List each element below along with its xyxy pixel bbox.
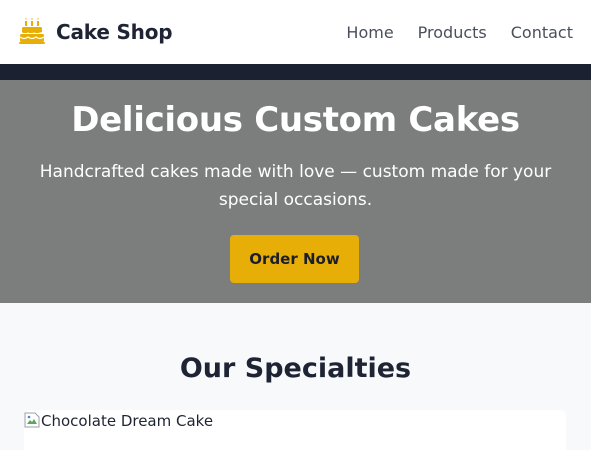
hero-top-band [0, 64, 591, 80]
nav-links: Home Products Contact [346, 23, 573, 42]
nav-link-products[interactable]: Products [418, 23, 487, 42]
hero-subtitle: Handcrafted cakes made with love — custo… [39, 162, 552, 210]
birthday-cake-icon [19, 18, 45, 44]
navbar: Cake Shop Home Products Contact [0, 0, 591, 64]
brand[interactable]: Cake Shop [18, 18, 173, 46]
broken-image-icon [24, 412, 40, 428]
hero-title: Delicious Custom Cakes [71, 100, 520, 140]
nav-link-contact[interactable]: Contact [511, 23, 573, 42]
product-image: Chocolate Dream Cake [24, 412, 213, 430]
product-image-alt: Chocolate Dream Cake [41, 412, 214, 430]
specialties-title: Our Specialties [179, 353, 412, 384]
hero-section: Delicious Custom Cakes Handcrafted cakes… [0, 80, 591, 303]
order-now-button[interactable]: Order Now [230, 235, 359, 283]
brand-name: Cake Shop [56, 20, 173, 44]
product-card[interactable]: Chocolate Dream Cake [24, 410, 566, 450]
nav-link-home[interactable]: Home [346, 23, 393, 42]
